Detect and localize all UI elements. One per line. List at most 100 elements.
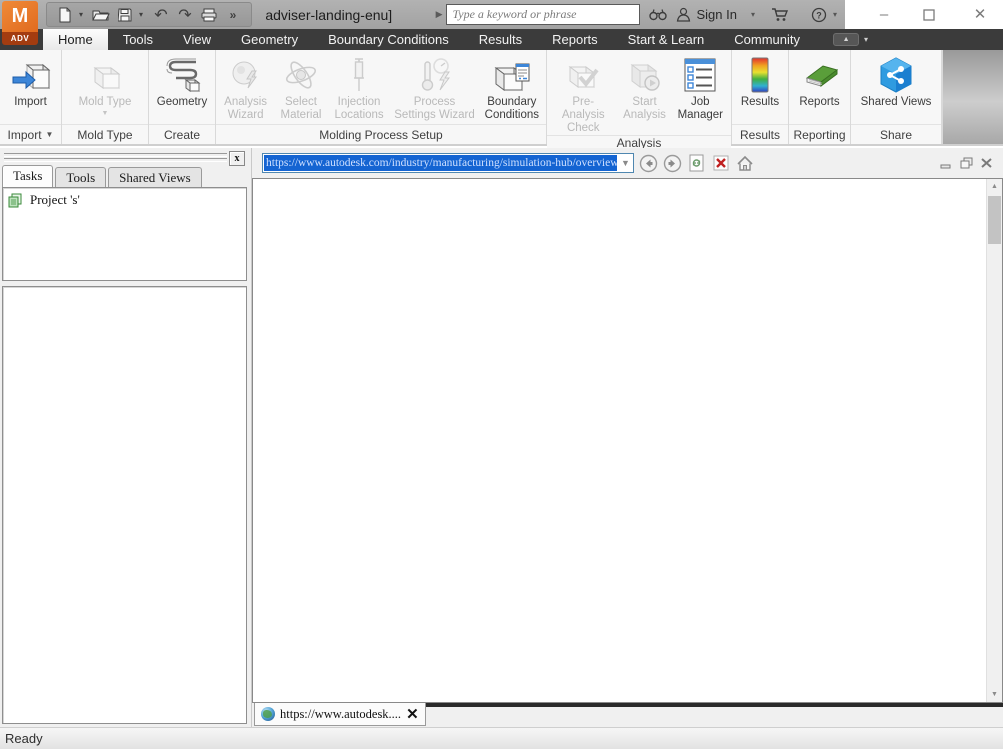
back-icon[interactable] — [639, 154, 658, 173]
print-icon[interactable] — [199, 5, 219, 25]
logo-m: M — [2, 1, 38, 32]
open-file-icon[interactable] — [91, 5, 111, 25]
injection-locations-button[interactable]: Injection Locations — [328, 52, 391, 124]
scrollbar-thumb[interactable] — [988, 196, 1001, 244]
scroll-down-icon[interactable]: ▼ — [987, 687, 1002, 702]
ribbon-button-label: Pre-Analysis Check — [551, 96, 616, 135]
shared-views-button[interactable]: Shared Views — [852, 52, 940, 124]
home-icon[interactable] — [735, 154, 754, 173]
refresh-icon[interactable] — [687, 154, 706, 173]
ribbon-collapse-control[interactable]: ▲ ▾ — [833, 29, 868, 50]
logo-adv: ADV — [2, 32, 38, 45]
browser-pane: https://www.autodesk.com/industry/manufa… — [252, 148, 1003, 727]
pre-analysis-check-button[interactable]: Pre-Analysis Check — [548, 52, 619, 135]
select-material-button[interactable]: Select Material — [274, 52, 328, 124]
reports-button[interactable]: Reports — [790, 52, 849, 124]
search-input[interactable]: Type a keyword or phrase — [446, 4, 640, 25]
tab-close-icon[interactable]: ✕ — [406, 705, 419, 723]
status-bar: Ready — [0, 727, 1003, 749]
search-binoculars-icon[interactable] — [649, 8, 667, 21]
tab-home[interactable]: Home — [43, 29, 108, 50]
sign-in-user-icon[interactable] — [676, 7, 691, 22]
forward-icon[interactable] — [663, 154, 682, 173]
url-text-selected[interactable]: https://www.autodesk.com/industry/manufa… — [264, 155, 617, 171]
save-icon[interactable] — [115, 5, 135, 25]
ribbon-group-label-reporting: Reporting — [789, 124, 850, 144]
geometry-button[interactable]: Geometry — [150, 52, 214, 124]
tab-results[interactable]: Results — [464, 29, 537, 50]
sign-in-dropdown-icon[interactable]: ▾ — [751, 10, 755, 19]
main-area: x Tasks Tools Shared Views Project 's' — [0, 148, 1003, 727]
document-minimize-icon[interactable] — [940, 157, 953, 169]
ribbon-group-share: Shared Views Share — [851, 50, 942, 144]
ribbon-group-label-import[interactable]: Import▼ — [0, 124, 61, 144]
panel-tab-shared-views[interactable]: Shared Views — [108, 167, 202, 187]
url-dropdown-icon[interactable]: ▼ — [618, 158, 633, 168]
tab-reports[interactable]: Reports — [537, 29, 613, 50]
mold-type-button[interactable]: Mold Type ▼ — [65, 52, 145, 124]
panel-tab-tools[interactable]: Tools — [55, 167, 106, 187]
redo-icon[interactable]: ↷ — [175, 5, 195, 25]
boundary-conditions-icon — [492, 54, 532, 96]
boundary-conditions-button[interactable]: Boundary Conditions — [479, 52, 545, 124]
mold-type-icon — [87, 54, 123, 96]
new-file-icon[interactable] — [55, 5, 75, 25]
ribbon-group-create: Geometry Create — [149, 50, 216, 144]
url-combobox[interactable]: https://www.autodesk.com/industry/manufa… — [262, 153, 634, 173]
ribbon-button-label: Job Manager — [674, 96, 727, 122]
title-bar-left: ▾ ▾ ↶ ↷ » adviser-landing-enu] ▶ Type a … — [0, 0, 845, 29]
document-restore-icon[interactable] — [960, 157, 973, 169]
tab-tools[interactable]: Tools — [108, 29, 168, 50]
help-dropdown-icon[interactable]: ▾ — [833, 10, 837, 19]
process-settings-wizard-button[interactable]: Process Settings Wizard — [390, 52, 478, 124]
title-bar: ▾ ▾ ↶ ↷ » adviser-landing-enu] ▶ Type a … — [0, 0, 1003, 29]
results-button[interactable]: Results — [733, 52, 787, 124]
panel-grip[interactable]: x — [2, 151, 247, 165]
vertical-scrollbar[interactable]: ▲ ▼ — [986, 179, 1002, 702]
project-icon — [7, 193, 23, 208]
ribbon-tab-bar: Home Tools View Geometry Boundary Condit… — [0, 29, 1003, 50]
tab-community[interactable]: Community — [719, 29, 815, 50]
browser-viewport: ▲ ▼ — [252, 178, 1003, 703]
help-icon[interactable]: ? — [811, 7, 827, 23]
analysis-wizard-button[interactable]: Analysis Wizard — [217, 52, 274, 124]
stop-icon[interactable] — [711, 154, 730, 173]
start-analysis-button[interactable]: Start Analysis — [619, 52, 671, 135]
document-tab-bar: https://www.autodesk.... ✕ — [252, 703, 1003, 727]
pre-analysis-check-icon — [564, 54, 602, 96]
tab-boundary-conditions[interactable]: Boundary Conditions — [313, 29, 464, 50]
close-button[interactable]: ✕ — [971, 7, 989, 22]
ribbon-button-label: Analysis Wizard — [220, 96, 271, 122]
ribbon-collapse-dropdown-icon[interactable]: ▾ — [864, 35, 868, 44]
tree-item-project[interactable]: Project 's' — [5, 192, 244, 208]
tree-item-label: Project 's' — [30, 192, 80, 208]
job-manager-button[interactable]: Job Manager — [671, 52, 730, 135]
moldflow-adviser-logo-icon[interactable]: M ADV — [2, 1, 40, 46]
tab-bar-shadow — [408, 703, 1003, 707]
tab-geometry[interactable]: Geometry — [226, 29, 313, 50]
cart-icon[interactable] — [771, 7, 789, 22]
save-dropdown-icon[interactable]: ▾ — [139, 10, 147, 19]
ribbon-collapse-icon[interactable]: ▲ — [833, 33, 859, 46]
maximize-button[interactable] — [923, 9, 941, 21]
document-close-icon[interactable] — [980, 157, 993, 169]
scroll-up-icon[interactable]: ▲ — [987, 179, 1002, 194]
ribbon: Import Import▼ — [0, 50, 1003, 146]
minimize-button[interactable]: – — [875, 7, 893, 22]
undo-icon[interactable]: ↶ — [151, 5, 171, 25]
web-page-content[interactable] — [253, 179, 986, 702]
sign-in-button[interactable]: Sign In — [696, 7, 736, 22]
tab-start-and-learn[interactable]: Start & Learn — [613, 29, 720, 50]
expand-toolbar-icon[interactable]: » — [223, 5, 243, 25]
search-flyout-arrow-icon[interactable]: ▶ — [436, 9, 443, 20]
import-button[interactable]: Import — [1, 52, 60, 124]
ribbon-button-label: Injection Locations — [331, 96, 388, 122]
new-file-dropdown-icon[interactable]: ▾ — [79, 10, 87, 19]
document-tab[interactable]: https://www.autodesk.... ✕ — [254, 703, 426, 726]
panel-close-icon[interactable]: x — [229, 151, 245, 166]
shared-views-icon — [876, 54, 916, 96]
panel-tab-tasks[interactable]: Tasks — [2, 165, 53, 187]
ribbon-group-label-molding-process-setup: Molding Process Setup — [216, 124, 546, 144]
tab-view[interactable]: View — [168, 29, 226, 50]
results-icon — [749, 54, 771, 96]
